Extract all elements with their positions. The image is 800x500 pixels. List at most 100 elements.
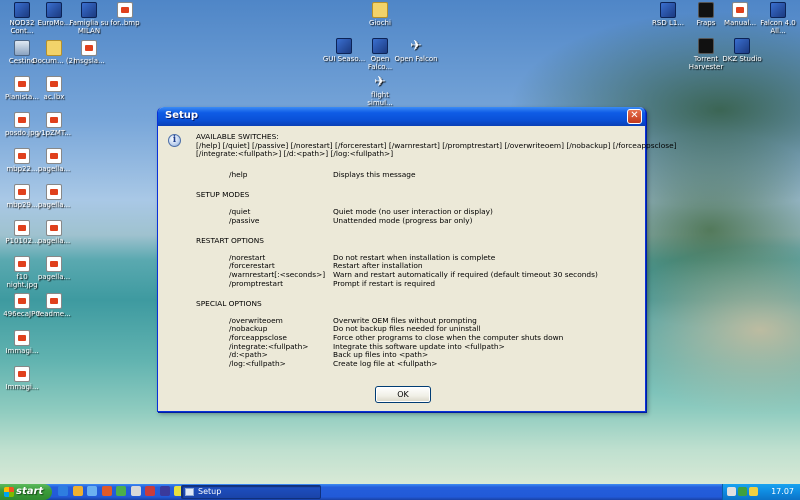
volume-icon[interactable] — [749, 487, 758, 496]
close-icon: ✕ — [630, 110, 639, 121]
image-file-icon — [14, 256, 30, 272]
messenger-icon[interactable] — [116, 486, 127, 496]
image-file-icon — [14, 330, 30, 346]
app-icon — [336, 38, 352, 54]
image-file-icon — [14, 293, 30, 309]
option-key: /help — [229, 169, 248, 179]
image-file-icon — [46, 256, 62, 272]
desktop-icon-flight-simul[interactable]: ✈ flight simul... — [358, 74, 402, 107]
desktop-icon-label: pagella... — [37, 237, 71, 245]
option-row: /promptrestart Prompt if restart is requ… — [196, 278, 641, 289]
image-file-icon — [46, 148, 62, 164]
desktop-icon-label: pagella... — [37, 201, 71, 209]
option-key: /passive — [229, 215, 260, 225]
desktop-icon-label: DKZ Studio — [722, 55, 762, 63]
media-player-icon[interactable] — [101, 486, 112, 496]
app-icon — [660, 2, 676, 18]
close-button[interactable]: ✕ — [627, 109, 642, 124]
antivirus-icon[interactable] — [738, 487, 747, 496]
clock[interactable]: 17.07 — [771, 487, 794, 496]
airplane-icon: ✈ — [410, 38, 422, 54]
option-description: Displays this message — [333, 169, 416, 179]
desktop-icon-label: flight simul... — [367, 91, 393, 107]
desktop-icon-msgsla[interactable]: msgsla... — [67, 40, 111, 65]
app-icon — [14, 2, 30, 18]
system-tray: 17.07 — [722, 484, 800, 500]
app-icon — [698, 38, 714, 54]
desktop-icon-pagella-3[interactable]: pagella... — [32, 220, 76, 245]
setup-modes-heading: SETUP MODES — [196, 190, 250, 200]
image-file-icon — [81, 40, 97, 56]
image-file-icon — [46, 112, 62, 128]
desktop-icon-immagine-1[interactable]: Immagi... — [0, 330, 44, 355]
option-description: Unattended mode (progress bar only) — [333, 215, 473, 225]
desktop-icon-for-bmp[interactable]: for..bmp — [103, 2, 147, 27]
desktop-icon-giochi[interactable]: Giochi — [358, 2, 402, 27]
app-icon — [372, 38, 388, 54]
dialog-body: i AVAILABLE SWITCHES: [/help] [/quiet] [… — [158, 126, 677, 412]
internet-explorer-icon[interactable] — [58, 486, 68, 496]
taskbar-button-label: Setup — [198, 487, 222, 496]
windows-logo-icon — [4, 487, 14, 497]
desktop-icon-pagella-4[interactable]: pagella... — [32, 256, 76, 281]
switches-line-2: [/integrate:<fullpath>] [/d:<path>] [/lo… — [196, 149, 394, 159]
image-file-icon — [14, 112, 30, 128]
text-file-icon — [46, 293, 62, 309]
ok-button[interactable]: OK — [375, 386, 431, 403]
desktop-icon-label: Giochi — [369, 19, 391, 27]
image-file-icon — [14, 148, 30, 164]
folder-icon[interactable] — [72, 486, 83, 496]
desktop-icon-dkz-studio[interactable]: DKZ Studio — [720, 38, 764, 63]
option-description: Create log file at <fullpath> — [333, 358, 438, 368]
desktop-icon-falcon-4[interactable]: Falcon 4.0 All... — [756, 2, 800, 35]
folder-icon — [372, 2, 388, 18]
app-icon — [46, 2, 62, 18]
start-label: start — [16, 486, 44, 497]
restart-options-heading: RESTART OPTIONS — [196, 236, 264, 246]
app-icon — [770, 2, 786, 18]
quick-launch — [58, 486, 186, 498]
desktop-icon-label: y1pZMT... — [37, 129, 71, 137]
desktop-icon-label: Immagi... — [5, 383, 39, 391]
window-icon — [185, 488, 194, 496]
image-file-icon — [46, 220, 62, 236]
start-button[interactable]: start — [0, 484, 52, 500]
taskbar: start Setup 17.07 — [0, 484, 800, 500]
desktop-icon-label: pagella... — [37, 273, 71, 281]
special-options-heading: SPECIAL OPTIONS — [196, 299, 262, 309]
app-icon[interactable] — [145, 486, 156, 496]
desktop-icon-readme[interactable]: readme... — [32, 293, 76, 318]
show-desktop-icon[interactable] — [87, 486, 98, 496]
desktop-icon-pagella-1[interactable]: pagella... — [32, 148, 76, 173]
desktop-icon-label: pagella... — [37, 165, 71, 173]
desktop-icon-label: for..bmp — [110, 19, 140, 27]
dialog-title: Setup — [165, 110, 199, 121]
desktop-icon-pagella-2[interactable]: pagella... — [32, 184, 76, 209]
desktop-icon-aclbx[interactable]: ac.lbx — [32, 76, 76, 101]
airplane-icon: ✈ — [374, 74, 386, 90]
desktop-icon-label: readme... — [37, 310, 71, 318]
desktop-icon-y1pzmt[interactable]: y1pZMT... — [32, 112, 76, 137]
help-row: /help Displays this message — [196, 169, 641, 180]
recycle-bin-icon — [14, 40, 30, 56]
desktop-icon-immagine-2[interactable]: Immagi... — [0, 366, 44, 391]
title-bar[interactable]: Setup ✕ — [158, 107, 645, 126]
info-icon: i — [168, 134, 181, 147]
image-file-icon — [14, 220, 30, 236]
desktop-icon-open-falcon-2[interactable]: ✈ Open Falcon — [394, 38, 438, 63]
app-icon — [734, 38, 750, 54]
desktop-icon-label: ac.lbx — [43, 93, 65, 101]
desktop-icon-label: Falcon 4.0 All... — [760, 19, 796, 35]
network-icon[interactable] — [727, 487, 736, 496]
option-key: /log:<fullpath> — [229, 358, 286, 368]
option-description: Prompt if restart is required — [333, 278, 436, 288]
help-message: AVAILABLE SWITCHES: [/help] [/quiet] [/p… — [196, 132, 677, 368]
app-icon — [81, 2, 97, 18]
desktop-icon-label: Open Falcon — [394, 55, 438, 63]
image-file-icon — [14, 366, 30, 382]
app-icon[interactable] — [159, 486, 170, 496]
app-icon[interactable] — [130, 486, 141, 496]
image-file-icon — [46, 76, 62, 92]
taskbar-button-setup[interactable]: Setup — [181, 485, 321, 499]
setup-dialog: Setup ✕ i AVAILABLE SWITCHES: [/help] [/… — [157, 107, 677, 412]
